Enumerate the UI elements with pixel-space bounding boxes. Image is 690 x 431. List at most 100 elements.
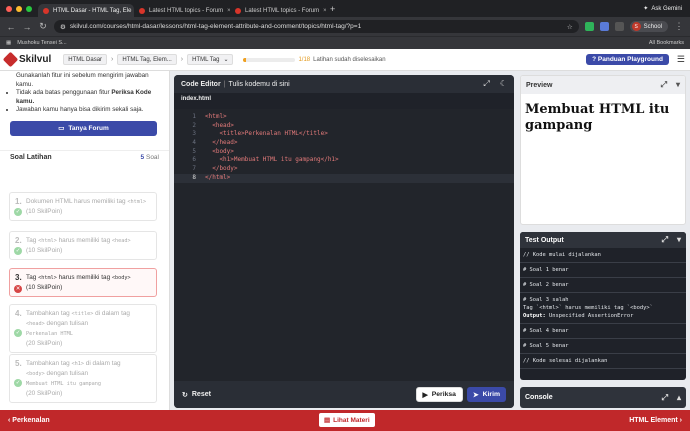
window-controls (6, 5, 32, 12)
chevron-down-icon[interactable]: ▾ (676, 80, 680, 90)
rule-item: Jawaban kamu hanya bisa dikirim sekali s… (16, 106, 159, 115)
url-text: skilvul.com/courses/html-dasar/lessons/h… (69, 23, 362, 30)
soal-item-5[interactable]: 5. Tambahkan tag <h1> di dalam tag <body… (9, 354, 157, 403)
code-line[interactable]: 1 <html> (174, 113, 514, 122)
soal-text: Tag <html> harus memiliki tag <head> (10… (26, 236, 131, 255)
code-line-text: <title>Perkenalan HTML</title> (205, 130, 328, 138)
line-number: 5 (192, 147, 196, 155)
back-arrow-icon[interactable]: ← (6, 22, 16, 32)
soal-count-label: Soal (145, 153, 159, 161)
reset-label: Reset (191, 391, 211, 398)
kirim-button[interactable]: ➤ Kirim (466, 387, 506, 402)
close-tab-icon[interactable]: × (323, 8, 326, 14)
output-value: Unspecified AssertionError (548, 313, 634, 319)
browser-tab-1[interactable]: HTML Dasar - HTML Tag, Ele × (38, 4, 134, 17)
next-lesson-link[interactable]: HTML Element › (629, 417, 682, 424)
output-error-output: Output: Unspecified AssertionError (523, 312, 683, 320)
preview-header: Preview ⤢ ▾ (521, 76, 685, 94)
soal-text-part: dengan tulisan (46, 370, 89, 377)
ask-gemini-label: Ask Gemini (651, 5, 682, 12)
apps-grid-icon[interactable]: ▦ (6, 40, 11, 46)
reset-button[interactable]: ↻ Reset (182, 391, 211, 399)
soal-points: (10 SkilPoin) (26, 247, 63, 254)
extensions-puzzle-icon[interactable] (614, 22, 624, 31)
instruction-panel: Gunakanlah fitur ini sebelum mengirim ja… (0, 71, 170, 410)
tanya-forum-button[interactable]: ▭ Tanya Forum (10, 120, 157, 136)
forward-arrow-icon[interactable]: → (22, 22, 32, 32)
browser-tab-3[interactable]: Latest HTML topics - Forum × (230, 4, 326, 17)
more-menu-icon[interactable]: ⋮ (674, 21, 684, 32)
soal-item-1[interactable]: 1. Dokumen HTML harus memiliki tag <html… (9, 192, 157, 221)
soal-code: <html> (38, 238, 57, 244)
expand-icon[interactable]: ⤢ (662, 235, 668, 245)
code-line[interactable]: 5 <body> (174, 148, 514, 157)
gemini-icon: ✦ (643, 6, 649, 12)
site-info-icon[interactable]: ⚙ (60, 23, 66, 31)
soal-text: Dokumen HTML harus memiliki tag <html> (… (26, 197, 146, 216)
extension-icon[interactable] (599, 22, 609, 31)
browser-tab-2[interactable]: Latest HTML topics - Forum × (134, 4, 230, 17)
dark-mode-moon-icon[interactable]: ☾ (500, 79, 507, 89)
console-panel[interactable]: Console ⤢ ▴ (520, 387, 686, 408)
soal-text-part: Tambahkan tag (26, 360, 70, 367)
prev-lesson-link[interactable]: ‹ Perkenalan (8, 417, 50, 424)
soal-code: Perkenalan HTML (26, 331, 73, 337)
soal-code: <html> (127, 199, 147, 205)
code-line-text: </body> (205, 165, 238, 173)
lihat-materi-button[interactable]: ▤ Lihat Materi (319, 413, 375, 427)
minimize-window-button[interactable] (16, 5, 22, 12)
hamburger-menu-icon[interactable]: ☰ (677, 54, 685, 65)
breadcrumb-lesson[interactable]: HTML Tag, Elem... (117, 54, 177, 65)
breadcrumb-course[interactable]: HTML Dasar (63, 54, 108, 65)
line-number: 8 (192, 173, 196, 181)
code-line[interactable]: 7 </body> (174, 165, 514, 174)
expand-icon[interactable]: ⤢ (662, 393, 668, 403)
close-window-button[interactable] (6, 5, 12, 12)
code-line[interactable]: 2 <head> (174, 122, 514, 131)
browser-tab-bar: HTML Dasar - HTML Tag, Ele × Latest HTML… (0, 0, 690, 17)
soal-item-3[interactable]: 3. Tag <html> harus memiliki tag <body> … (9, 268, 157, 297)
output-line: # Soal 5 benar (520, 339, 686, 354)
progress-text: Latihan sudah diselesaikan (313, 56, 386, 63)
chevron-up-icon[interactable]: ▴ (677, 393, 681, 403)
send-icon: ➤ (472, 391, 479, 399)
breadcrumb-topic[interactable]: HTML Tag ⌄ (187, 54, 234, 65)
code-line[interactable]: 4 </head> (174, 139, 514, 148)
reload-icon[interactable]: ↻ (38, 21, 48, 32)
bookmark-item[interactable]: Mushoku Tensei S... (17, 40, 66, 46)
chevron-down-icon: ⌄ (223, 57, 229, 63)
profile-button[interactable]: S School (629, 21, 668, 32)
code-textarea[interactable]: 1 <html> 2 <head> 3 <title>Perkenalan HTML<… (174, 109, 514, 381)
soal-text-part: Tag (26, 274, 37, 281)
expand-icon[interactable]: ⤢ (483, 79, 489, 89)
file-tab-index-html[interactable]: index.html (174, 93, 514, 105)
soal-item-4[interactable]: 4. Tambahkan tag <title> di dalam tag <h… (9, 304, 157, 353)
soal-text-part: harus memiliki tag (58, 274, 111, 281)
soal-points: (20 SkilPoin) (26, 340, 63, 347)
panduan-playground-button[interactable]: ? Panduan Playground (586, 54, 669, 65)
code-line[interactable]: 6 <h1>Membuat HTML itu gampang</h1> (174, 156, 514, 165)
chevron-left-icon: ‹ (8, 417, 11, 424)
preview-title: Preview (526, 81, 553, 89)
code-line[interactable]: 8 </html> (174, 173, 514, 183)
rule-item: Tidak ada batas penggunaan fitur Periksa… (16, 89, 159, 106)
code-line-text: <h1>Membuat HTML itu gampang</h1> (205, 156, 339, 164)
expand-icon[interactable]: ⤢ (661, 80, 667, 90)
periksa-button[interactable]: ▶ Periksa (415, 387, 463, 402)
soal-text-part: dengan tulisan (46, 320, 89, 327)
separator: | (223, 80, 226, 88)
bookmark-star-icon[interactable]: ☆ (567, 23, 573, 31)
address-bar[interactable]: ⚙ skilvul.com/courses/html-dasar/lessons… (54, 20, 579, 33)
all-bookmarks-link[interactable]: All Bookmarks (649, 40, 684, 46)
skilvul-logo[interactable]: Skilvul (2, 51, 51, 68)
chevron-down-icon[interactable]: ▾ (677, 235, 681, 245)
check-icon: ✓ (14, 379, 22, 387)
soal-item-2[interactable]: 2. Tag <html> harus memiliki tag <head> … (9, 231, 157, 260)
code-line[interactable]: 3 <title>Perkenalan HTML</title> (174, 130, 514, 139)
ask-gemini-button[interactable]: ✦ Ask Gemini (643, 5, 682, 13)
periksa-label: Periksa (431, 391, 456, 398)
chevron-right-icon: › (180, 56, 184, 63)
new-tab-button[interactable]: + (330, 4, 335, 14)
extension-icon[interactable] (584, 22, 594, 31)
maximize-window-button[interactable] (26, 5, 32, 12)
